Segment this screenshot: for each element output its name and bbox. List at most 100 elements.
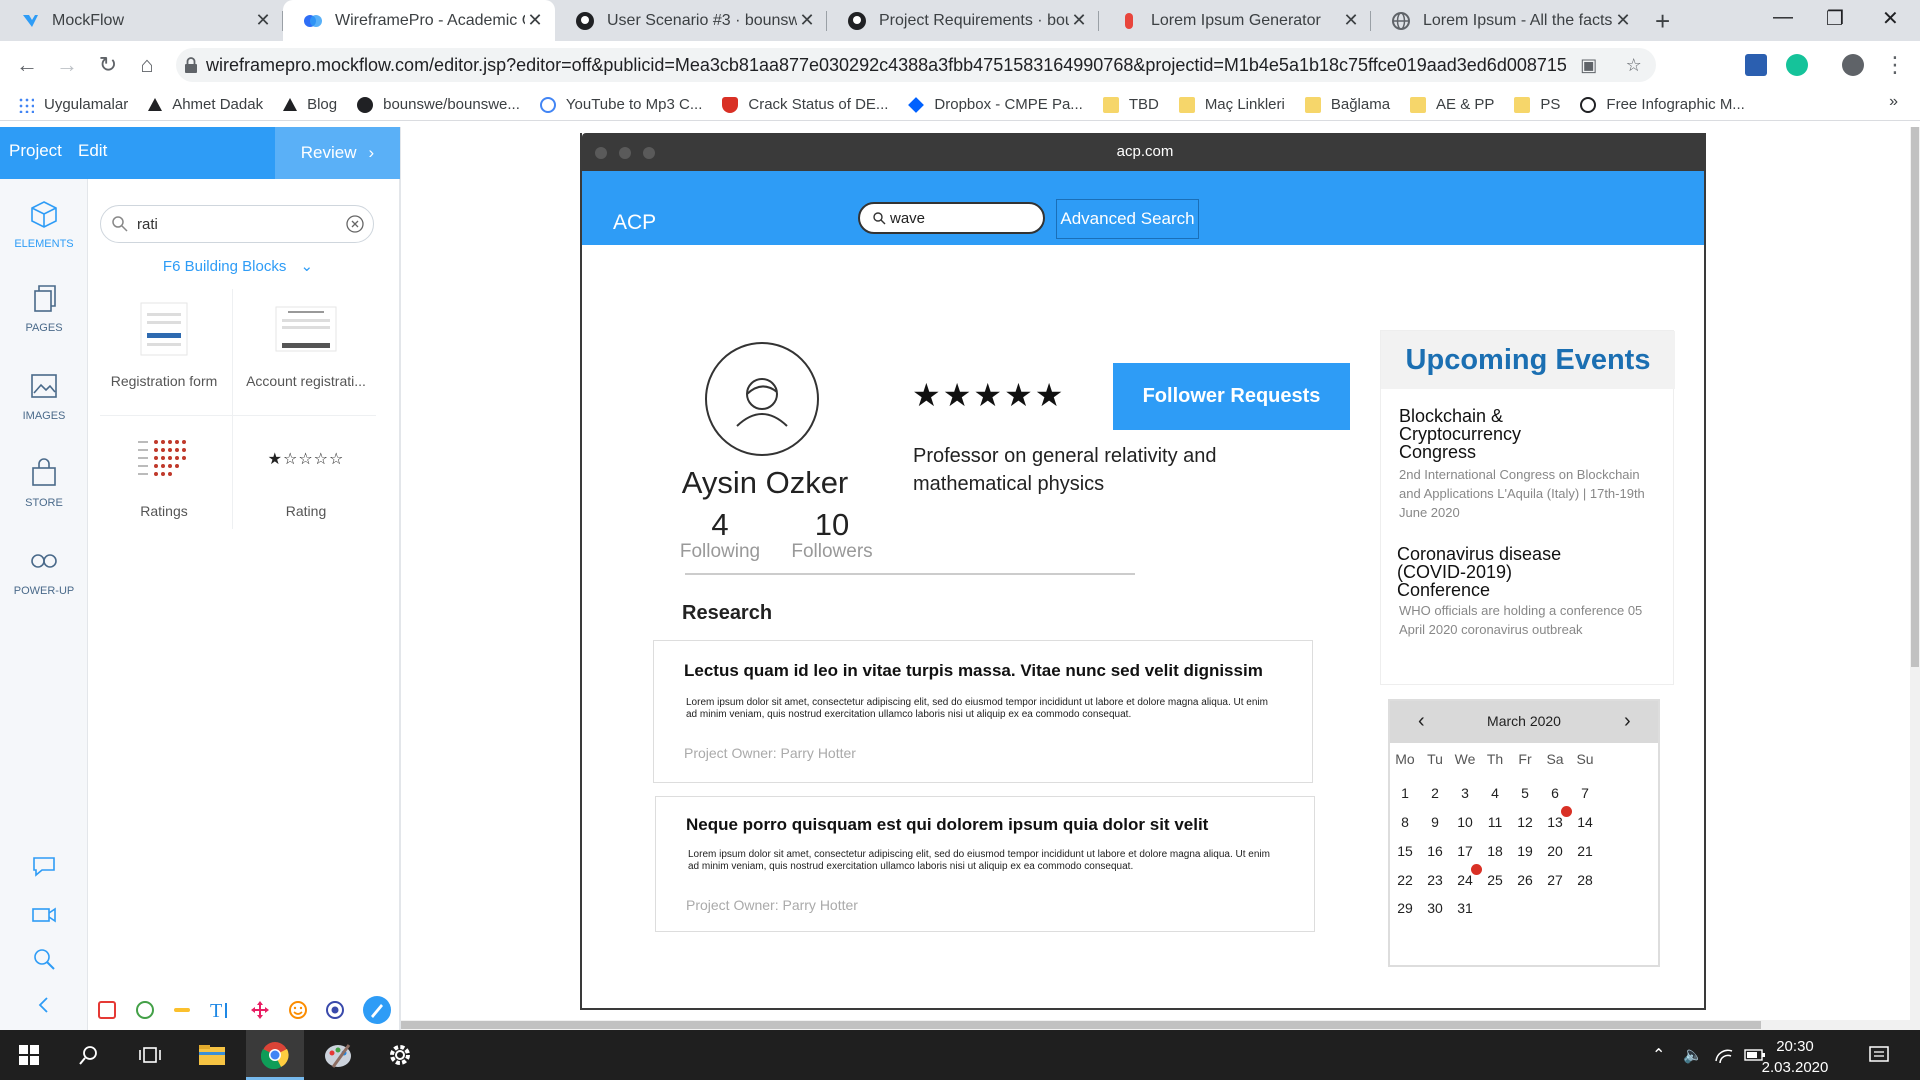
close-tab-icon[interactable]: ✕	[1341, 10, 1361, 31]
tab-user-scenario[interactable]: User Scenario #3 · bounswe/ ✕	[555, 0, 827, 41]
grammarly-icon[interactable]	[1786, 54, 1808, 76]
task-view-icon[interactable]	[135, 1040, 165, 1070]
windows-start-icon[interactable]	[14, 1040, 44, 1070]
calendar-day[interactable]: 21	[1566, 843, 1604, 859]
home-icon[interactable]: ⌂	[132, 50, 162, 80]
minimize-window-icon[interactable]: —	[1773, 6, 1793, 29]
next-month-icon[interactable]: ›	[1624, 710, 1631, 733]
lock-icon[interactable]	[176, 57, 206, 73]
rail-elements[interactable]: ELEMENTS	[0, 199, 88, 250]
zoom-icon[interactable]	[30, 945, 58, 973]
show-hidden-icons-icon[interactable]: ⌃	[1652, 1045, 1665, 1065]
calendar-day[interactable]: 31	[1446, 900, 1484, 916]
tab-mockflow[interactable]: MockFlow ✕	[0, 0, 283, 41]
circle-tool-icon[interactable]	[134, 999, 156, 1021]
editor-canvas[interactable]: acp.com ACP wave Advanced Search Aysin O…	[400, 127, 1920, 1030]
bookmark-apps[interactable]: Uygulamalar	[18, 96, 128, 113]
chrome-icon[interactable]	[260, 1040, 290, 1070]
calendar-day[interactable]: 7	[1566, 785, 1604, 801]
reload-icon[interactable]: ↻	[93, 50, 123, 80]
followers-label[interactable]: Followers	[777, 541, 887, 563]
tab-share-icon[interactable]: ▣	[1580, 55, 1597, 76]
line-tool-icon[interactable]	[171, 999, 193, 1021]
scrollbar-thumb[interactable]	[401, 1021, 1761, 1029]
taskbar-search-icon[interactable]	[74, 1040, 104, 1070]
bookmark-star-icon[interactable]: ☆	[1626, 55, 1642, 76]
library-selector[interactable]: F6 Building Blocks ⌄	[88, 257, 388, 275]
close-tab-icon[interactable]: ✕	[1069, 10, 1089, 31]
elements-search-field[interactable]: rati	[100, 205, 374, 243]
bookmark-folder-baglama[interactable]: Bağlama	[1304, 96, 1390, 113]
calendar-day[interactable]: 14	[1566, 814, 1604, 830]
paint-app-icon[interactable]	[323, 1040, 353, 1070]
bookmarks-overflow-icon[interactable]: »	[1889, 93, 1898, 111]
forward-icon[interactable]: →	[52, 50, 82, 80]
bookmark-folder-tbd[interactable]: TBD	[1102, 96, 1159, 113]
following-count[interactable]: 4	[675, 507, 765, 543]
rail-images[interactable]: IMAGES	[0, 371, 88, 422]
close-window-icon[interactable]: ✕	[1882, 6, 1899, 31]
advanced-search-button[interactable]: Advanced Search	[1056, 199, 1199, 239]
rectangle-tool-icon[interactable]	[96, 999, 118, 1021]
bookmark-folder-mac-linkleri[interactable]: Maç Linkleri	[1178, 96, 1285, 113]
collapse-panel-icon[interactable]	[30, 991, 58, 1019]
wireframe-browser-frame[interactable]: acp.com ACP wave Advanced Search Aysin O…	[580, 133, 1706, 1010]
close-tab-icon[interactable]: ✕	[1613, 10, 1633, 31]
file-explorer-icon[interactable]	[197, 1040, 227, 1070]
tab-wireframepro[interactable]: WireframePro - Academic Co ✕	[283, 0, 555, 41]
element-tile-registration-form[interactable]: Registration form	[94, 299, 234, 389]
notifications-icon[interactable]	[1868, 1044, 1890, 1066]
menu-project[interactable]: Project	[9, 141, 62, 161]
site-search-input[interactable]: wave	[858, 202, 1045, 234]
research-title[interactable]: Lectus quam id leo in vitae turpis massa…	[684, 661, 1263, 681]
extension-icon[interactable]	[1745, 54, 1767, 76]
text-tool-icon[interactable]: T	[209, 999, 233, 1021]
following-label[interactable]: Following	[665, 541, 775, 563]
bookmark-youtube-mp3[interactable]: YouTube to Mp3 C...	[539, 96, 702, 113]
wifi-icon[interactable]	[1714, 1047, 1734, 1065]
bookmark-folder-ps[interactable]: PS	[1514, 96, 1560, 113]
profile-avatar-icon[interactable]	[1842, 54, 1864, 76]
clear-search-icon[interactable]	[345, 214, 365, 234]
move-tool-icon[interactable]	[249, 999, 271, 1021]
bookmark-bounswe[interactable]: bounswe/bounswe...	[357, 96, 520, 113]
new-tab-button[interactable]: +	[1655, 6, 1670, 37]
bookmark-free-infographic[interactable]: Free Infographic M...	[1580, 96, 1745, 113]
canvas-horizontal-scrollbar[interactable]	[401, 1020, 1911, 1030]
close-tab-icon[interactable]: ✕	[797, 10, 817, 31]
system-clock[interactable]: 20:30 2.03.2020	[1755, 1036, 1835, 1078]
element-tile-account-registration[interactable]: Account registrati...	[236, 299, 376, 389]
element-tile-rating[interactable]: ★☆☆☆☆ Rating	[236, 429, 376, 519]
element-tile-ratings[interactable]: Ratings	[94, 429, 234, 519]
close-tab-icon[interactable]: ✕	[525, 10, 545, 31]
tab-project-requirements[interactable]: Project Requirements · boun ✕	[827, 0, 1099, 41]
research-title[interactable]: Neque porro quisquam est qui dolorem ips…	[686, 815, 1208, 835]
bookmark-dropbox[interactable]: Dropbox - CMPE Pa...	[908, 96, 1083, 113]
back-icon[interactable]: ←	[12, 50, 42, 80]
pen-tool-icon[interactable]	[362, 995, 392, 1025]
site-logo[interactable]: ACP	[613, 211, 656, 235]
research-card[interactable]: Neque porro quisquam est qui dolorem ips…	[655, 796, 1315, 932]
research-card[interactable]: Lectus quam id leo in vitae turpis massa…	[653, 640, 1313, 783]
followers-count[interactable]: 10	[787, 507, 877, 543]
event-title[interactable]: Coronavirus disease (COVID-2019) Confere…	[1397, 545, 1597, 599]
tab-lorem-facts[interactable]: Lorem Ipsum - All the facts - ✕	[1371, 0, 1643, 41]
bookmark-ahmet-dadak[interactable]: Ahmet Dadak	[148, 96, 263, 113]
menu-edit[interactable]: Edit	[78, 141, 107, 161]
review-button[interactable]: Review ›	[275, 127, 400, 179]
rail-pages[interactable]: PAGES	[0, 283, 88, 334]
emoji-tool-icon[interactable]	[287, 999, 309, 1021]
volume-icon[interactable]: 🔈	[1683, 1045, 1703, 1065]
tab-lorem-generator[interactable]: Lorem Ipsum Generator ✕	[1099, 0, 1371, 41]
comment-icon[interactable]	[30, 852, 58, 880]
scrollbar-thumb[interactable]	[1911, 127, 1919, 667]
bookmark-folder-ae-pp[interactable]: AE & PP	[1410, 96, 1494, 113]
rail-power-up[interactable]: POWER-UP	[0, 546, 88, 597]
browser-menu-icon[interactable]: ⋮	[1880, 50, 1910, 80]
close-tab-icon[interactable]: ✕	[253, 10, 273, 31]
address-bar[interactable]: wireframepro.mockflow.com/editor.jsp?edi…	[176, 48, 1656, 82]
restore-window-icon[interactable]: ❐	[1826, 6, 1844, 31]
bookmark-blog[interactable]: Blog	[283, 96, 337, 113]
canvas-vertical-scrollbar[interactable]	[1910, 127, 1920, 1030]
target-tool-icon[interactable]	[324, 999, 346, 1021]
